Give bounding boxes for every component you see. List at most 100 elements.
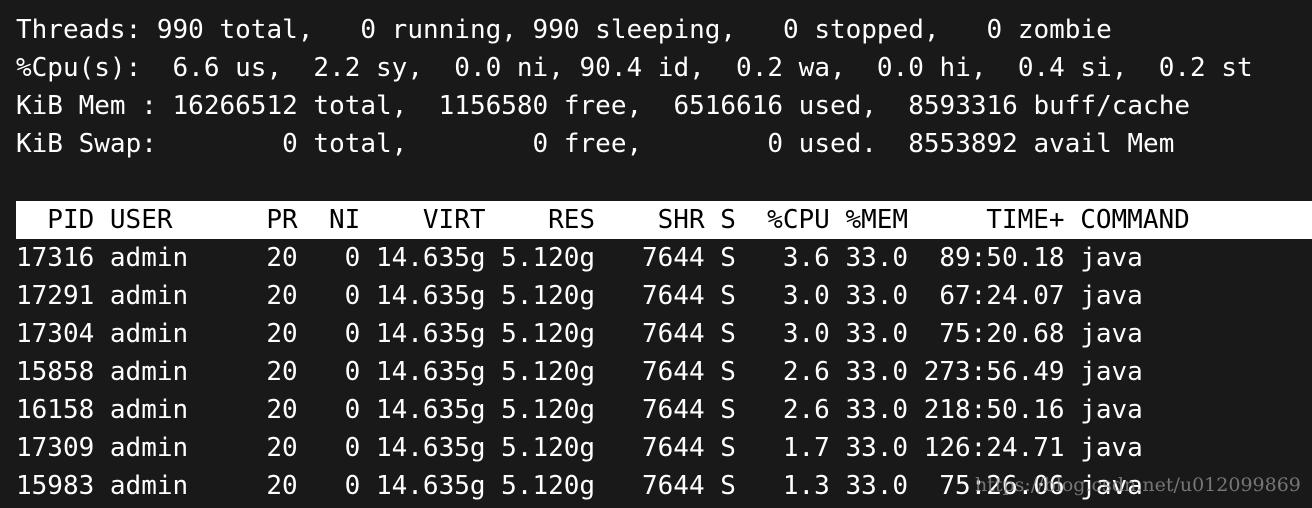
cell-cpu: 1.7 <box>782 433 830 463</box>
cell-pid: 16158 <box>16 395 95 425</box>
cell-mem: 33.0 <box>845 243 909 273</box>
cell-state: S <box>720 357 736 387</box>
cell-virt: 14.635g <box>375 433 486 463</box>
cell-ni: 0 <box>344 357 361 387</box>
cell-time: 75:20.68 <box>939 319 1065 349</box>
cell-command: java <box>1080 433 1143 463</box>
cell-shr: 7644 <box>641 395 705 425</box>
cell-res: 5.120g <box>501 395 596 425</box>
cell-virt: 14.635g <box>375 357 486 387</box>
process-row: 17309 admin 20 0 14.635g 5.120g 7644 S 1.7 33.0 12… <box>16 429 1312 467</box>
cell-virt: 14.635g <box>375 243 486 273</box>
summary-threads: Threads: 990 total, 0 running, 990 sleep… <box>16 15 1112 45</box>
column-header-virt: VIRT <box>422 205 486 235</box>
cell-cpu: 1.3 <box>782 471 830 501</box>
cell-pr: 20 <box>266 319 298 349</box>
process-row: 17316 admin 20 0 14.635g 5.120g 7644 S 3.6 33.0 89… <box>16 239 1312 277</box>
process-row: 16158 admin 20 0 14.635g 5.120g 7644 S 2.6 33.0 21… <box>16 391 1312 429</box>
column-header-user: USER <box>109 205 173 235</box>
cell-time: 218:50.16 <box>923 395 1065 425</box>
cell-ni: 0 <box>344 243 361 273</box>
cell-command: java <box>1080 357 1143 387</box>
cell-cpu: 2.6 <box>782 395 830 425</box>
cell-virt: 14.635g <box>375 471 486 501</box>
column-header-pr: PR <box>266 205 298 235</box>
cell-time: 89:50.18 <box>939 243 1065 273</box>
process-row: 17291 admin 20 0 14.635g 5.120g 7644 S 3.0 33.0 67… <box>16 277 1312 315</box>
watermark: https://blog.csdn.net/u012099869 <box>975 474 1301 496</box>
cell-cpu: 3.6 <box>782 243 830 273</box>
cell-command: java <box>1080 319 1143 349</box>
cell-mem: 33.0 <box>845 319 909 349</box>
column-header-time: TIME+ <box>986 205 1065 235</box>
cell-ni: 0 <box>344 281 361 311</box>
cell-ni: 0 <box>344 395 361 425</box>
cell-res: 5.120g <box>501 319 596 349</box>
cell-time: 126:24.71 <box>923 433 1065 463</box>
cell-pr: 20 <box>266 281 298 311</box>
cell-mem: 33.0 <box>845 357 909 387</box>
cell-shr: 7644 <box>641 319 705 349</box>
cell-user: admin <box>109 243 189 273</box>
cell-ni: 0 <box>344 319 361 349</box>
cell-pr: 20 <box>266 357 298 387</box>
cell-state: S <box>720 471 736 501</box>
cell-state: S <box>720 243 736 273</box>
cell-res: 5.120g <box>501 471 596 501</box>
cell-pid: 17309 <box>16 433 95 463</box>
cell-ni: 0 <box>344 433 361 463</box>
column-header-ni: NI <box>329 205 361 235</box>
column-header-shr: SHR <box>657 205 705 235</box>
process-row: 15858 admin 20 0 14.635g 5.120g 7644 S 2.6 33.0 27… <box>16 353 1312 391</box>
cell-mem: 33.0 <box>845 433 909 463</box>
cell-pr: 20 <box>266 471 298 501</box>
cell-user: admin <box>109 471 189 501</box>
cell-res: 5.120g <box>501 433 596 463</box>
summary-cpu: %Cpu(s): 6.6 us, 2.2 sy, 0.0 ni, 90.4 id… <box>16 53 1253 83</box>
cell-ni: 0 <box>344 471 361 501</box>
cell-pid: 17291 <box>16 281 95 311</box>
cell-pr: 20 <box>266 433 298 463</box>
cell-command: java <box>1080 395 1143 425</box>
cell-res: 5.120g <box>501 281 596 311</box>
cell-state: S <box>720 433 736 463</box>
cell-user: admin <box>109 319 189 349</box>
cell-pid: 17316 <box>16 243 95 273</box>
cell-cpu: 2.6 <box>782 357 830 387</box>
cell-mem: 33.0 <box>845 395 909 425</box>
cell-cpu: 3.0 <box>782 281 830 311</box>
cell-shr: 7644 <box>641 357 705 387</box>
process-table-header: PID USER PR NI VIRT RES SHR S %CPU %MEM TIME+ COMMA… <box>16 201 1312 239</box>
column-header-state: S <box>720 205 736 235</box>
cell-time: 67:24.07 <box>939 281 1065 311</box>
cell-state: S <box>720 319 736 349</box>
cell-user: admin <box>109 357 189 387</box>
cell-pid: 17304 <box>16 319 95 349</box>
cell-virt: 14.635g <box>375 281 486 311</box>
process-table-body: 17316 admin 20 0 14.635g 5.120g 7644 S 3.6 33.0 89… <box>16 239 1312 505</box>
cell-shr: 7644 <box>641 433 705 463</box>
cell-command: java <box>1080 281 1143 311</box>
cell-res: 5.120g <box>501 243 596 273</box>
cell-pid: 15858 <box>16 357 95 387</box>
cell-user: admin <box>109 281 189 311</box>
cell-pr: 20 <box>266 395 298 425</box>
cell-cpu: 3.0 <box>782 319 830 349</box>
cell-user: admin <box>109 433 189 463</box>
summary-mem: KiB Mem : 16266512 total, 1156580 free, … <box>16 91 1190 121</box>
terminal: Threads: 990 total, 0 running, 990 sleep… <box>16 11 1312 505</box>
cell-shr: 7644 <box>641 471 705 501</box>
cell-virt: 14.635g <box>375 395 486 425</box>
cell-mem: 33.0 <box>845 281 909 311</box>
process-row: 17304 admin 20 0 14.635g 5.120g 7644 S 3.0 33.0 75… <box>16 315 1312 353</box>
column-header-mem: %MEM <box>845 205 909 235</box>
cell-pid: 15983 <box>16 471 95 501</box>
cell-user: admin <box>109 395 189 425</box>
cell-mem: 33.0 <box>845 471 909 501</box>
column-header-command: COMMAND <box>1080 205 1190 235</box>
cell-shr: 7644 <box>641 243 705 273</box>
cell-time: 273:56.49 <box>923 357 1065 387</box>
cell-command: java <box>1080 243 1143 273</box>
cell-state: S <box>720 395 736 425</box>
